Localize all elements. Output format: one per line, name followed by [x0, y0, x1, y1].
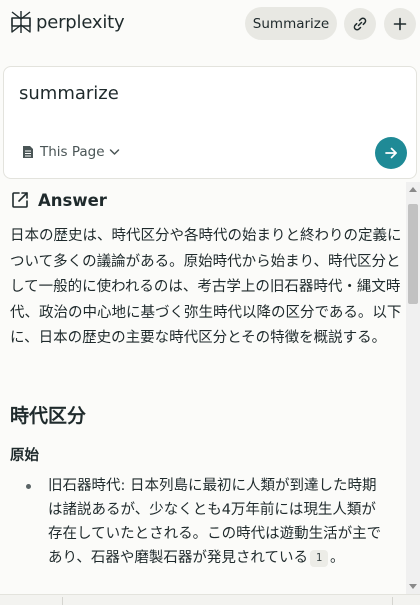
answer-paragraph: 日本の歴史は、時代区分や各時代の始まりと終わりの定義について多くの議論がある。原…: [10, 228, 402, 346]
citation-badge[interactable]: 1: [309, 550, 328, 567]
source-label: This Page: [40, 144, 105, 160]
answer-title: Answer: [38, 190, 107, 210]
bullet-dot: [26, 484, 31, 489]
divider: [392, 597, 393, 605]
bullet-trailing: 。: [329, 550, 345, 566]
scrollbar[interactable]: [406, 182, 420, 594]
summarize-button[interactable]: Summarize: [245, 7, 337, 40]
bullet-list: 旧石器時代: 日本列島に最初に人類が到達した時期は諸説あるが、少なくとも4万年前…: [10, 474, 390, 570]
header-bar: perplexity Summarize: [0, 0, 420, 50]
list-item: 旧石器時代: 日本列島に最初に人類が到達した時期は諸説あるが、少なくとも4万年前…: [10, 474, 390, 570]
bottom-strip: [0, 594, 420, 605]
new-thread-button[interactable]: [384, 8, 416, 40]
scroll-up-arrow[interactable]: [409, 187, 417, 192]
plus-icon: [393, 17, 407, 31]
document-icon: [22, 145, 34, 159]
chevron-down-icon: [109, 148, 120, 156]
external-link-icon: [12, 192, 28, 208]
perplexity-logo[interactable]: perplexity: [10, 10, 125, 34]
answer-panel: Answer 日本の歴史は、時代区分や各時代の始まりと終わりの定義について多くの…: [0, 182, 406, 594]
copy-link-button[interactable]: [344, 8, 376, 40]
link-icon: [353, 17, 367, 31]
query-input[interactable]: summarize: [19, 83, 119, 104]
query-card: summarize This Page: [3, 66, 417, 179]
source-selector[interactable]: This Page: [22, 144, 120, 160]
divider: [62, 597, 63, 605]
sub-heading: 原始: [10, 448, 39, 464]
scroll-thumb[interactable]: [408, 204, 418, 304]
submit-button[interactable]: [375, 137, 407, 169]
perplexity-logo-icon: [11, 11, 31, 33]
logo-text: perplexity: [36, 11, 125, 33]
arrow-right-icon: [385, 147, 397, 159]
section-heading: 時代区分: [10, 405, 87, 427]
answer-header: Answer: [10, 190, 107, 210]
scroll-down-arrow[interactable]: [409, 584, 417, 589]
